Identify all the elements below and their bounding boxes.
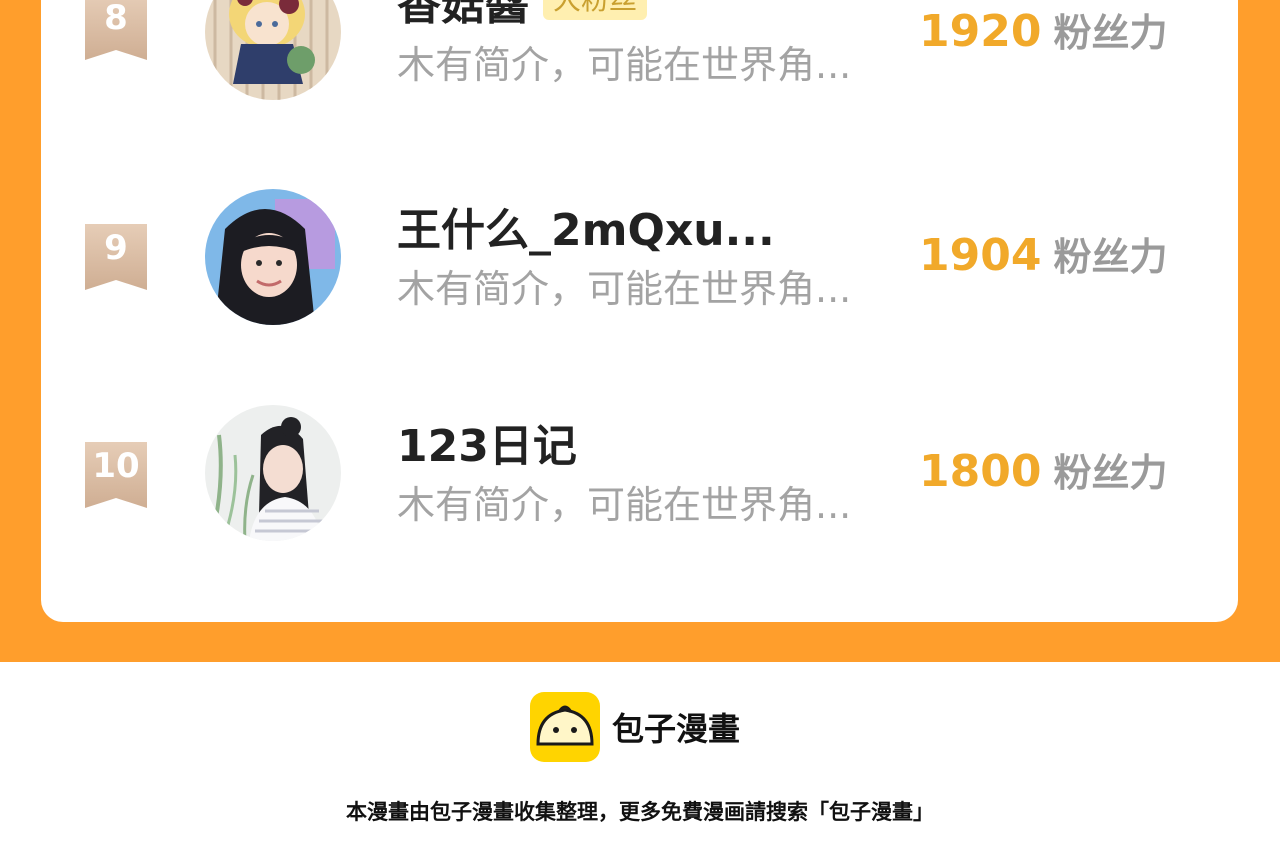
- user-name-text: 香菇醬: [397, 0, 529, 30]
- user-name[interactable]: 123日记: [397, 410, 577, 474]
- user-avatar[interactable]: [205, 189, 341, 325]
- rank-number: 8: [104, 0, 128, 38]
- score-unit: 粉丝力: [1053, 235, 1168, 279]
- user-intro: 木有简介，可能在世界角...: [397, 267, 852, 311]
- fan-score: 1800 粉丝力: [919, 442, 1167, 497]
- user-intro: 木有简介，可能在世界角...: [397, 483, 852, 527]
- footer-note: 本漫畫由包子漫畫收集整理，更多免費漫画請搜索「包子漫畫」: [346, 800, 934, 824]
- fan-badge: 大粉丝: [543, 0, 648, 20]
- ranking-row[interactable]: 8 香菇醬 木有简介，可能在世界角... 1920 粉丝力: [41, 0, 1238, 124]
- rank-number: 10: [92, 446, 140, 486]
- fan-score: 1920 粉丝力: [919, 2, 1167, 57]
- ranking-panel: 8 香菇醬 木有简介，可能在世界角... 1920 粉丝力 9 王什么_2mQx…: [0, 0, 1280, 662]
- score-unit: 粉丝力: [1053, 11, 1168, 55]
- user-name[interactable]: 王什么_2mQxu...: [397, 194, 775, 258]
- score-value: 1800: [919, 446, 1042, 497]
- rank-ribbon-icon: 8: [85, 0, 147, 60]
- user-avatar[interactable]: [205, 405, 341, 541]
- user-avatar[interactable]: [205, 0, 341, 100]
- brand-name: 包子漫畫: [612, 710, 741, 748]
- user-name-text: 王什么_2mQxu...: [397, 205, 775, 256]
- user-name-text: 123日记: [397, 421, 577, 472]
- brand[interactable]: 包子漫畫: [530, 692, 740, 762]
- rank-number: 9: [104, 228, 128, 268]
- score-unit: 粉丝力: [1053, 451, 1168, 495]
- rank-ribbon-icon: 9: [85, 224, 147, 290]
- ranking-card: 8 香菇醬 木有简介，可能在世界角... 1920 粉丝力 9 王什么_2mQx…: [41, 0, 1238, 622]
- bun-logo-icon: [530, 692, 600, 762]
- ranking-row[interactable]: 10 123日记 木有简介，可能在世界角... 1800 粉丝力: [41, 404, 1238, 564]
- score-value: 1904: [919, 230, 1042, 281]
- ranking-row[interactable]: 9 王什么_2mQxu... 木有简介，可能在世界角... 1904 粉丝力: [41, 188, 1238, 348]
- user-intro: 木有简介，可能在世界角...: [397, 43, 852, 87]
- score-value: 1920: [919, 6, 1042, 57]
- rank-ribbon-icon: 10: [85, 442, 147, 508]
- user-name[interactable]: 香菇醬大粉丝: [397, 0, 648, 32]
- fan-score: 1904 粉丝力: [919, 226, 1167, 281]
